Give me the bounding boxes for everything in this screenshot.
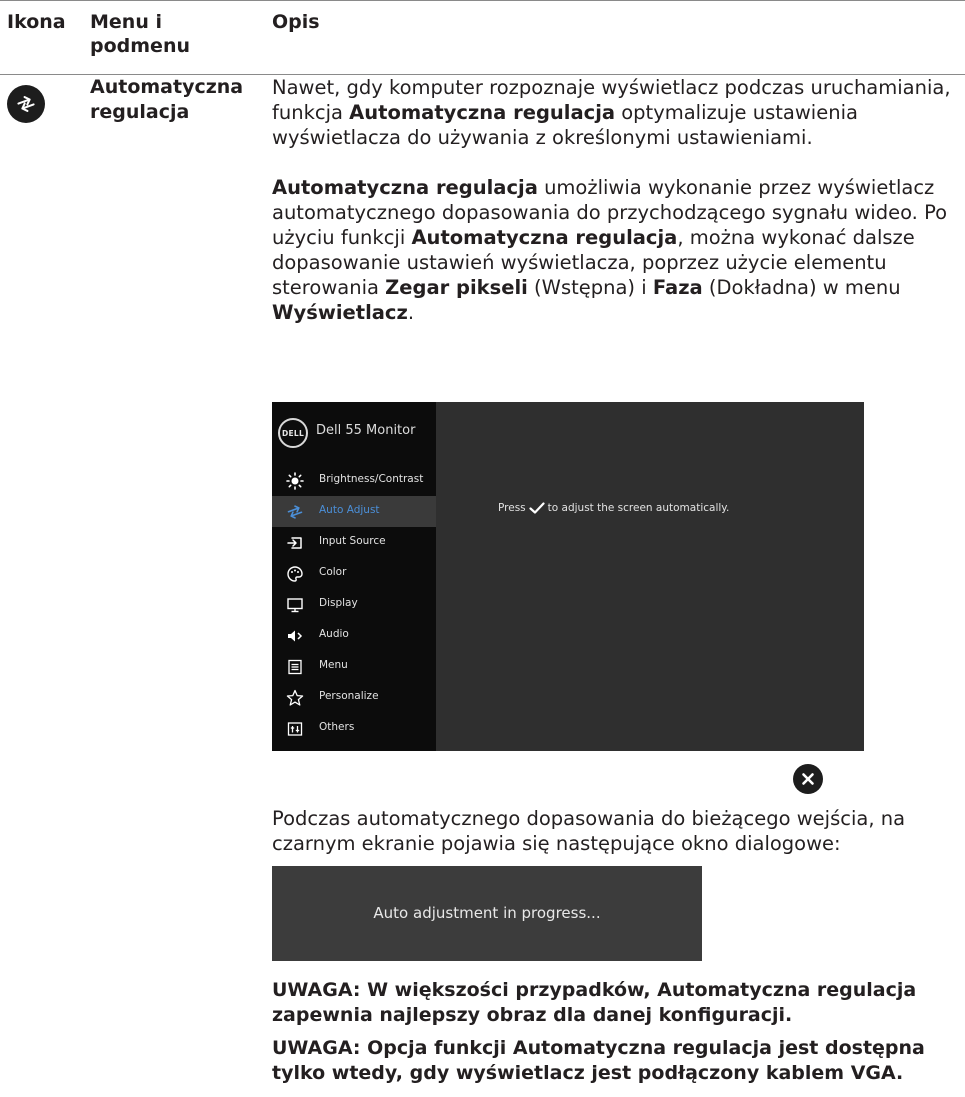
osd-item-label: Others bbox=[319, 721, 355, 733]
osd-item-label: Brightness/Contrast bbox=[319, 473, 424, 485]
osd-item-input-source[interactable]: Input Source bbox=[272, 527, 436, 558]
osd-menu-screenshot: DELL Dell 55 Monitor Brightness/Contrast… bbox=[272, 402, 864, 751]
osd-item-personalize[interactable]: Personalize bbox=[272, 682, 436, 713]
star-icon bbox=[286, 689, 304, 706]
osd-item-color[interactable]: Color bbox=[272, 558, 436, 589]
osd-message: Press to adjust the screen automatically… bbox=[498, 502, 729, 514]
osd-item-label: Auto Adjust bbox=[319, 504, 380, 516]
column-header-description: Opis bbox=[272, 11, 320, 33]
osd-title: Dell 55 Monitor bbox=[316, 423, 416, 438]
osd-item-others[interactable]: Others bbox=[272, 713, 436, 744]
progress-text: Auto adjustment in progress... bbox=[373, 904, 601, 922]
close-icon[interactable] bbox=[793, 764, 823, 794]
note-1: UWAGA: W większości przypadków, Automaty… bbox=[272, 979, 917, 1026]
osd-sidebar: DELL Dell 55 Monitor Brightness/Contrast… bbox=[272, 402, 436, 751]
osd-item-menu[interactable]: Menu bbox=[272, 651, 436, 682]
description-paragraph-3: Podczas automatycznego dopasowania do bi… bbox=[272, 807, 906, 855]
note-2: UWAGA: Opcja funkcji Automatyczna regula… bbox=[272, 1037, 925, 1084]
speaker-icon bbox=[288, 630, 303, 642]
osd-item-auto-adjust[interactable]: Auto Adjust bbox=[272, 496, 436, 527]
color-palette-icon bbox=[287, 566, 303, 582]
brightness-icon bbox=[286, 472, 304, 490]
description-paragraph-2: Automatyczna regulacja umożliwia wykonan… bbox=[272, 176, 948, 324]
osd-item-label: Display bbox=[319, 597, 358, 609]
osd-item-brightness-contrast[interactable]: Brightness/Contrast bbox=[272, 465, 436, 496]
osd-item-label: Audio bbox=[319, 628, 349, 640]
osd-message-before: Press bbox=[498, 502, 526, 514]
osd-item-label: Personalize bbox=[319, 690, 379, 702]
top-rule bbox=[0, 0, 965, 1]
description-paragraph-1: Nawet, gdy komputer rozpoznaje wyświetla… bbox=[272, 76, 951, 149]
auto-adjust-icon bbox=[7, 85, 45, 123]
auto-adjust-progress-dialog: Auto adjustment in progress... bbox=[272, 866, 702, 961]
osd-item-label: Input Source bbox=[319, 535, 386, 547]
osd-message-after: to adjust the screen automatically. bbox=[547, 502, 730, 514]
osd-item-label: Color bbox=[319, 566, 347, 578]
column-header-icon: Ikona bbox=[7, 11, 66, 33]
checkmark-icon bbox=[529, 502, 545, 514]
dell-logo: DELL bbox=[278, 418, 308, 448]
display-icon bbox=[287, 598, 303, 613]
menu-icon bbox=[288, 659, 302, 675]
column-header-menu: Menu i podmenu bbox=[90, 11, 190, 57]
osd-item-display[interactable]: Display bbox=[272, 589, 436, 620]
others-icon bbox=[287, 722, 303, 736]
menu-label: Automatyczna regulacja bbox=[90, 76, 244, 123]
osd-item-label: Menu bbox=[319, 659, 348, 671]
input-source-icon bbox=[287, 537, 302, 549]
auto-adjust-icon bbox=[287, 505, 303, 519]
osd-item-audio[interactable]: Audio bbox=[272, 620, 436, 651]
